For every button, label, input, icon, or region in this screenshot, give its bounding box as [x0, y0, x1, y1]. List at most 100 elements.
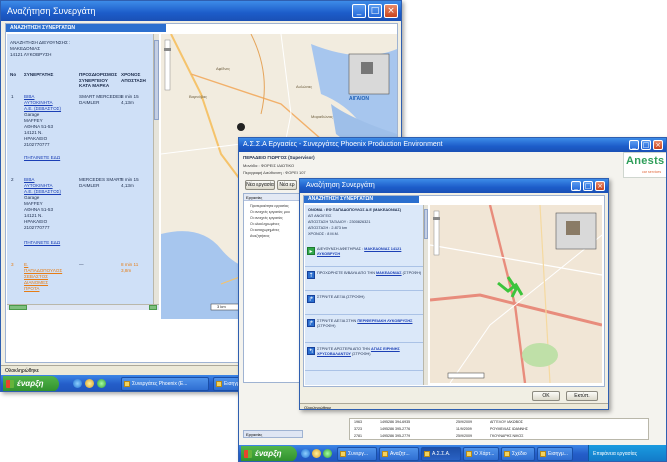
maximize-button[interactable]: □ — [368, 4, 382, 18]
status-tab[interactable]: Εργασίες — [243, 430, 303, 438]
partner-detail: 14121 Ν. — [24, 213, 43, 218]
tree-item[interactable]: Προτεραιότητα εργασίας — [250, 204, 289, 208]
close-button[interactable]: × — [384, 4, 398, 18]
tree-item[interactable]: Αναζητήσεις — [250, 234, 270, 238]
partner-name-link[interactable]: ΣΕΒΑΣΤΟΣ — [24, 274, 48, 280]
tree-item[interactable]: Οι καταχωρημένες — [250, 228, 279, 232]
taskbar-item[interactable]: Συνεργάτες Phoenix (E... — [121, 377, 209, 391]
partner-phone: 2102770777 — [24, 142, 50, 147]
grid-cell: 25/9/2009 — [456, 420, 472, 424]
route-step[interactable]: ↰ ΣΤΡΙΨΤΕ ΑΡΙΣΤΕΡΑ ΑΠΟ ΤΗΝ ΑΓΙΑΣ ΕΙΡΗΝΗΣ… — [305, 345, 423, 371]
partner-name-link[interactable]: ΠΡΟΤΑ — [24, 286, 39, 292]
print-button[interactable]: Εκτύπ. — [566, 391, 598, 401]
step-text: (ΣΤΡΟΦΗ) — [402, 271, 422, 275]
partner-name-link[interactable]: ΒΙΒΑ — [24, 94, 34, 100]
partner-name-link[interactable]: ΑΥΤΟΚΙΝΗΤΑ — [24, 183, 53, 189]
media-icon[interactable] — [323, 449, 332, 458]
step-link[interactable]: ΜΑΚΕΔΟΝΙΑΣ — [376, 271, 402, 275]
window-title-bar[interactable]: Αναζήτηση Συνεργάτη — [1, 1, 401, 21]
tree-header: Εργασίες — [244, 194, 302, 201]
ok-button[interactable]: OK — [532, 391, 560, 401]
table-row[interactable]: 3723 1495286 395-2776 11/9/2009 ΡΟΥΜΕΛΙΑ… — [350, 427, 648, 433]
minimize-button[interactable]: _ — [571, 181, 581, 191]
partner-name-link[interactable]: ΒΙΒΑ — [24, 177, 34, 183]
go-here-link[interactable]: ΠΗΓΑΙΝΕΤΕ ΕΔΩ — [24, 155, 60, 161]
brand-logo: Anests car services — [623, 152, 666, 178]
system-tray[interactable]: Επιφάνεια εργασίας — [588, 445, 666, 461]
directions-scrollbar[interactable] — [423, 205, 428, 385]
ie-icon[interactable] — [73, 379, 82, 388]
turn-right-icon: ↱ — [307, 319, 315, 327]
start-button[interactable]: έναρξη — [3, 376, 59, 391]
partner-name-link[interactable]: Ε. — [24, 262, 28, 268]
route-map[interactable] — [430, 205, 602, 383]
brand-text: — — [79, 262, 84, 267]
table-row[interactable]: 1963 1495286 394-6935 25/9/2009 ΑΓΓΕΛΟΥ … — [350, 420, 648, 426]
map-place-label: Αφίδνες — [216, 66, 231, 71]
partner-name-link[interactable]: ΑΥΤΟΚΙΝΗΤΑ — [24, 100, 53, 106]
window-icon — [340, 451, 346, 457]
minimize-button[interactable]: _ — [352, 4, 366, 18]
close-button[interactable]: × — [653, 140, 663, 150]
summary-line: ΟΝΟΜΑ : ΕΦ ΠΑΠΑΔΟΠΟΥΛΟΣ Α.Ε (ΜΑΚΕΔΟΝΙΑΣ) — [308, 208, 402, 212]
start-flag-icon: ▸ — [307, 247, 315, 255]
new-task-button[interactable]: Νέα εργασία — [245, 180, 275, 190]
step-text: ΔΙΕΥΘΥΝΣΗ ΑΦΕΤΗΡΙΑΣ : — [317, 247, 364, 251]
tree-item[interactable]: Οι ολοκληρωμένες — [250, 222, 280, 226]
hscroll-left-arrow[interactable] — [9, 305, 27, 310]
taskbar-item[interactable]: Σχέδιο — [501, 447, 535, 461]
user-label: ΠΕΡΑΔΕΙΟ ΓΙΩΡΓΟΣ (Supervisor) — [243, 155, 315, 160]
dialog-controls: _ □ × — [571, 181, 605, 191]
maximize-button[interactable]: □ — [641, 140, 651, 150]
new-task-button-2[interactable]: Νέα ερ — [277, 180, 297, 190]
partner-name-link[interactable]: Α.Ε. (ΣΕΒΑΣΤΟΣ) — [24, 189, 61, 195]
go-here-link[interactable]: ΠΗΓΑΙΝΕΤΕ ΕΔΩ — [24, 240, 60, 246]
results-scrollbar[interactable] — [153, 34, 159, 307]
route-step[interactable]: ↱ ΣΤΡΙΨΤΕ ΔΕΞΙΑ ΣΤΗΝ ΠΕΡΙΦΕΡΕΙΑΚΗ ΛΥΚΟΒΡ… — [305, 317, 423, 343]
minimize-button[interactable]: _ — [629, 140, 639, 150]
dialog-title-bar[interactable]: Αναζήτηση Συνεργάτη — [300, 179, 608, 193]
start-button[interactable]: έναρξη — [241, 446, 297, 461]
taskbar-item[interactable]: Συνεργ... — [337, 447, 377, 461]
route-step[interactable]: ▸ ΔΙΕΥΘΥΝΣΗ ΑΦΕΤΗΡΙΑΣ : ΜΑΚΕΔΟΝΙΑΣ 14121… — [305, 245, 423, 267]
button-label: OK — [542, 393, 550, 399]
media-icon[interactable] — [97, 379, 106, 388]
scrollbar-thumb[interactable] — [154, 40, 159, 120]
maximize-button[interactable]: □ — [583, 181, 593, 191]
map-place-label: Αυλώνας — [296, 84, 313, 89]
taskbar-item[interactable]: Α.Σ.Σ.Α. — [421, 447, 461, 461]
taskbar-item[interactable]: Ο Χάρτ... — [463, 447, 499, 461]
partner-name-link[interactable]: Α.Ε. (ΣΕΒΑΣΤΟΣ) — [24, 106, 61, 112]
tree-item[interactable]: Οι ανοιχτές εργασίες — [250, 216, 283, 220]
dialog-status-bar: Ολοκληρώθηκε — [300, 403, 608, 409]
map-place-label: Βαρνάβας — [189, 94, 208, 99]
results-hscrollbar[interactable] — [7, 304, 159, 310]
grid-cell: 11/9/2009 — [456, 427, 472, 431]
distance-text: 3,8m — [121, 268, 132, 273]
step-link[interactable]: ΠΕΡΙΦΕΡΕΙΑΚΗ ΛΥΚΟΒΡΥΣΗΣ — [357, 319, 412, 323]
table-row[interactable]: 2781 1495286 395-2779 25/9/2009 ΓΚΟΥΝΑΡΗ… — [350, 434, 648, 440]
tree-item[interactable]: Οι ανοιχτές εργασίες μου — [250, 210, 290, 214]
route-step[interactable]: ↱ ΣΤΡΙΨΤΕ ΔΕΞΙΑ (ΣΤΡΟΦΗ) — [305, 293, 423, 315]
explorer-icon[interactable] — [312, 449, 321, 458]
route-step[interactable]: ↑ ΠΡΟΧΩΡΗΣΤΕ Β/ΒΔΥΑ ΑΠΟ ΤΗΝ ΜΑΚΕΔΟΝΙΑΣ (… — [305, 269, 423, 291]
summary-line: ΑΠΟΣΤΑΣΗ : 2.873 km — [308, 226, 348, 230]
ie-icon[interactable] — [301, 449, 310, 458]
window-title-bar[interactable]: Α.Σ.Σ.Α Εργασίες - Συνεργάτες Phoenix Pr… — [239, 138, 666, 152]
results-panel: ΑΝΑΖΗΤΗΣΗ ΔΙΕΥΘΥΝΣΗΣ : ΜΑΚΕΔΟΝΙΑΣ 14121 … — [7, 34, 157, 307]
time-text: 8 min 11 — [121, 262, 139, 267]
partner-name-link[interactable]: ΔΙΑΝΟΜΕΣ — [24, 280, 48, 286]
map-place-label: Μαραθώνας — [311, 114, 333, 119]
summary-line: ΧΡΟΝΟΣ : 8 Μ.Μ. — [308, 232, 339, 236]
step-text: ΠΡΟΧΩΡΗΣΤΕ Β/ΒΔΥΑ ΑΠΟ ΤΗΝ — [317, 271, 375, 275]
taskbar-item[interactable]: Αναζητ... — [379, 447, 419, 461]
scrollbar-thumb[interactable] — [424, 209, 428, 239]
partner-name-link[interactable]: ΠΑΠΑΔΟΠΟΥΛΟΣ — [24, 268, 62, 274]
taskbar-item[interactable]: Εισηγμ... — [537, 447, 573, 461]
partner-detail: MAFFEY — [24, 201, 43, 206]
explorer-icon[interactable] — [85, 379, 94, 388]
partner-search-dialog: Αναζήτηση Συνεργάτη _ □ × ΑΝΑΖΗΤΗΣΗ ΣΥΝΕ… — [299, 178, 609, 410]
grid-cell: 1495286 395-2779 — [380, 434, 411, 438]
hscroll-right-arrow[interactable] — [149, 305, 157, 310]
close-button[interactable]: × — [595, 181, 605, 191]
